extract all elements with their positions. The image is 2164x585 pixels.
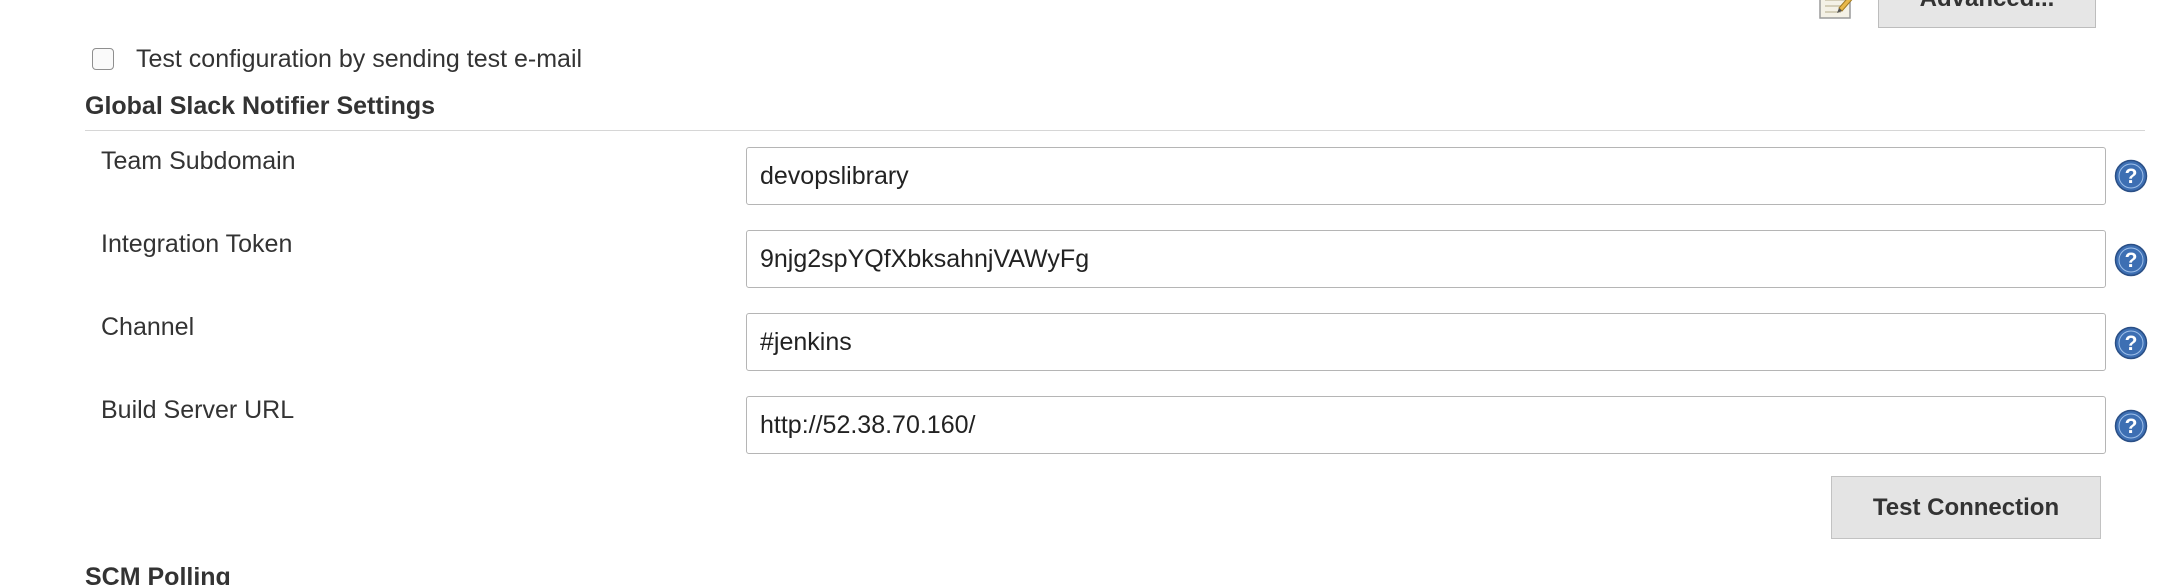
integration-token-input[interactable] xyxy=(746,230,2106,288)
notepad-icon xyxy=(1819,0,1853,19)
help-icon[interactable]: ? xyxy=(2114,409,2148,443)
help-icon[interactable]: ? xyxy=(2114,243,2148,277)
jenkins-config-page: Advanced... Test configuration by sendin… xyxy=(0,0,2164,585)
channel-label: Channel xyxy=(101,313,195,341)
svg-text:?: ? xyxy=(2125,249,2138,272)
test-config-row[interactable]: Test configuration by sending test e-mai… xyxy=(92,42,582,76)
test-config-label: Test configuration by sending test e-mai… xyxy=(136,44,583,73)
scm-polling-section-title: SCM Polling xyxy=(85,563,231,585)
build-server-url-input[interactable] xyxy=(746,396,2106,454)
help-icon[interactable]: ? xyxy=(2114,326,2148,360)
global-slack-section-title: Global Slack Notifier Settings xyxy=(85,92,436,120)
build-server-url-label: Build Server URL xyxy=(101,396,295,424)
team-subdomain-label: Team Subdomain xyxy=(101,147,296,175)
help-icon[interactable]: ? xyxy=(2114,159,2148,193)
svg-text:?: ? xyxy=(2125,415,2138,438)
svg-text:?: ? xyxy=(2125,332,2138,355)
team-subdomain-input[interactable] xyxy=(746,147,2106,205)
test-config-checkbox[interactable] xyxy=(92,48,114,70)
svg-text:?: ? xyxy=(2125,165,2138,188)
advanced-button[interactable]: Advanced... xyxy=(1878,0,2096,28)
section-divider xyxy=(85,130,2145,131)
integration-token-label: Integration Token xyxy=(101,230,293,258)
channel-input[interactable] xyxy=(746,313,2106,371)
test-connection-button[interactable]: Test Connection xyxy=(1831,476,2101,539)
